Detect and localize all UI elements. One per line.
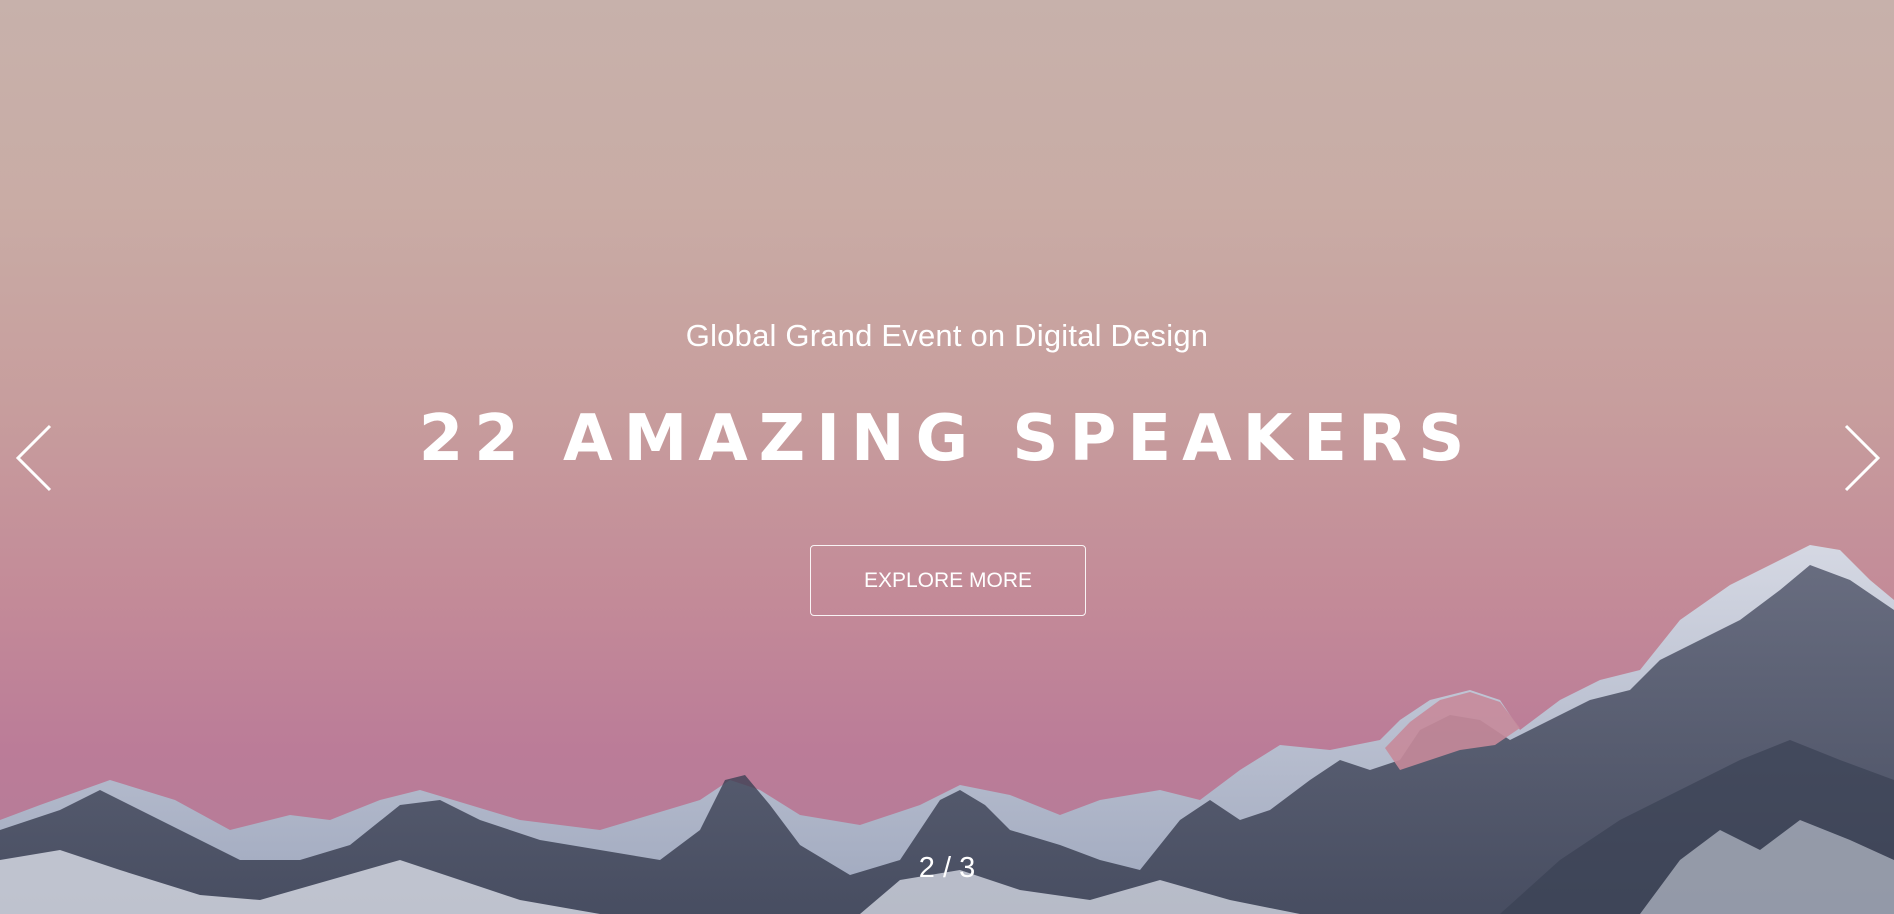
chevron-right-icon	[1844, 424, 1881, 492]
hero-subtitle: Global Grand Event on Digital Design	[685, 318, 1209, 353]
explore-more-button[interactable]: EXPLORE MORE	[810, 545, 1086, 616]
chevron-left-icon	[15, 424, 52, 492]
slide-current: 2	[918, 852, 935, 884]
slide-separator: /	[942, 852, 952, 884]
slide-total: 3	[959, 852, 976, 884]
slide-counter: 2 / 3	[0, 852, 1894, 885]
prev-slide-button[interactable]	[14, 423, 58, 493]
next-slide-button[interactable]	[1838, 423, 1882, 493]
hero-slider: Global Grand Event on Digital Design 22 …	[0, 0, 1894, 914]
hero-headline: 22 AMAZING SPEAKERS	[418, 402, 1476, 476]
